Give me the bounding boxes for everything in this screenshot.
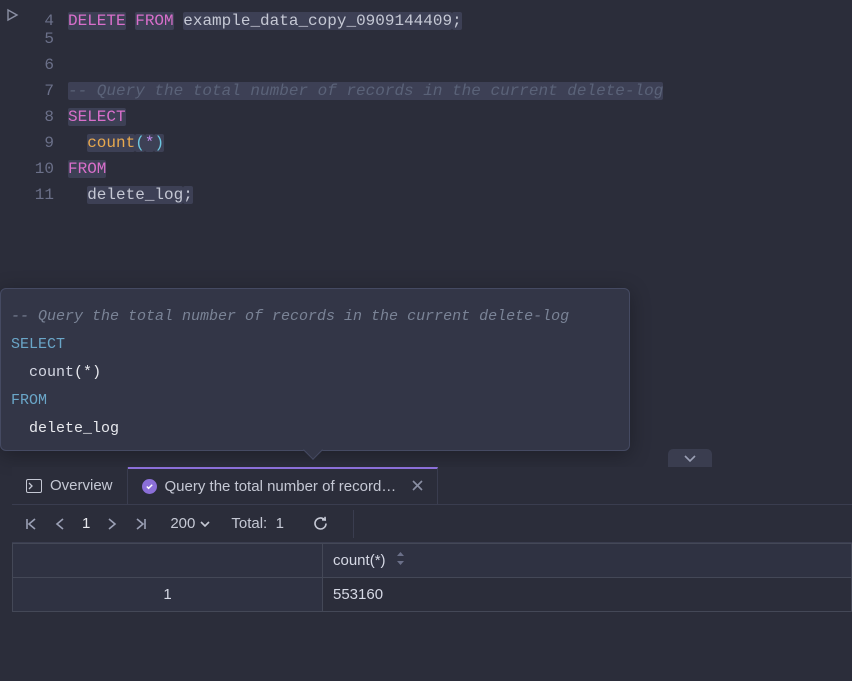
terminal-icon xyxy=(26,479,42,493)
chevron-right-icon xyxy=(106,517,118,531)
first-page-button[interactable] xyxy=(22,515,40,533)
sql-editor[interactable]: 4DELETE FROM example_data_copy_090914440… xyxy=(0,0,852,288)
line-number: 11 xyxy=(20,182,68,208)
line-number: 9 xyxy=(20,130,68,156)
first-page-icon xyxy=(24,517,38,531)
code-line[interactable]: 7-- Query the total number of records in… xyxy=(0,78,852,104)
tooltip-line: delete_log xyxy=(11,415,619,443)
code-content[interactable]: delete_log; xyxy=(68,182,852,208)
check-circle-icon xyxy=(142,479,157,494)
tab-overview-label: Overview xyxy=(50,477,113,494)
results-toolbar: 1 200 Total: 1 xyxy=(12,505,852,543)
panel-collapse-handle[interactable] xyxy=(668,449,712,467)
code-line[interactable]: 8SELECT xyxy=(0,104,852,130)
cell-value[interactable]: 553160 xyxy=(323,578,852,612)
run-statement-icon[interactable] xyxy=(5,8,19,22)
tooltip-line: count(*) xyxy=(11,359,619,387)
line-number: 7 xyxy=(20,78,68,104)
last-page-button[interactable] xyxy=(132,515,150,533)
line-number: 5 xyxy=(20,26,68,52)
column-header-label: count(*) xyxy=(333,552,386,569)
result-table: count(*) 1553160 xyxy=(12,543,852,612)
next-page-button[interactable] xyxy=(104,515,120,533)
code-line[interactable]: 10FROM xyxy=(0,156,852,182)
tab-overview[interactable]: Overview xyxy=(12,467,128,504)
line-number: 6 xyxy=(20,52,68,78)
code-content[interactable]: DELETE FROM example_data_copy_0909144409… xyxy=(68,8,852,34)
page-size-value: 200 xyxy=(170,515,195,532)
table-row[interactable]: 1553160 xyxy=(13,578,852,612)
column-header[interactable]: count(*) xyxy=(323,544,852,578)
refresh-icon xyxy=(312,515,329,532)
code-line[interactable]: 9 count(*) xyxy=(0,130,852,156)
code-content[interactable]: SELECT xyxy=(68,104,852,130)
close-icon xyxy=(412,480,423,491)
tooltip-line: SELECT xyxy=(11,331,619,359)
line-number: 10 xyxy=(20,156,68,182)
result-table-wrap[interactable]: count(*) 1553160 xyxy=(12,543,852,681)
line-number: 8 xyxy=(20,104,68,130)
last-page-icon xyxy=(134,517,148,531)
code-line[interactable]: 4DELETE FROM example_data_copy_090914440… xyxy=(0,0,852,26)
row-number-header[interactable] xyxy=(13,544,323,578)
tab-close-button[interactable] xyxy=(412,478,423,495)
sql-preview-tooltip: -- Query the total number of records in … xyxy=(0,288,630,451)
results-tabs-bar: Overview Query the total number of recor… xyxy=(12,467,852,505)
code-line[interactable]: 6 xyxy=(0,52,852,78)
results-panel: Overview Query the total number of recor… xyxy=(12,467,852,681)
tooltip-line: FROM xyxy=(11,387,619,415)
row-number-cell: 1 xyxy=(13,578,323,612)
tab-query-result[interactable]: Query the total number of record… xyxy=(128,467,439,504)
chevron-left-icon xyxy=(54,517,66,531)
page-number: 1 xyxy=(80,515,92,532)
run-gutter[interactable] xyxy=(0,8,20,22)
tab-query-label: Query the total number of record… xyxy=(165,478,397,495)
refresh-button[interactable] xyxy=(310,513,331,534)
chevron-down-icon xyxy=(199,519,211,529)
tooltip-line: -- Query the total number of records in … xyxy=(11,303,619,331)
code-content[interactable]: count(*) xyxy=(68,130,852,156)
prev-page-button[interactable] xyxy=(52,515,68,533)
page-size-select[interactable]: 200 xyxy=(170,515,211,532)
chevron-down-icon xyxy=(683,453,697,463)
code-content[interactable]: -- Query the total number of records in … xyxy=(68,78,852,104)
sort-icon[interactable] xyxy=(396,554,405,568)
code-line[interactable]: 11 delete_log; xyxy=(0,182,852,208)
code-content[interactable]: FROM xyxy=(68,156,852,182)
total-label: Total: 1 xyxy=(231,515,284,532)
toolbar-divider xyxy=(353,510,354,538)
